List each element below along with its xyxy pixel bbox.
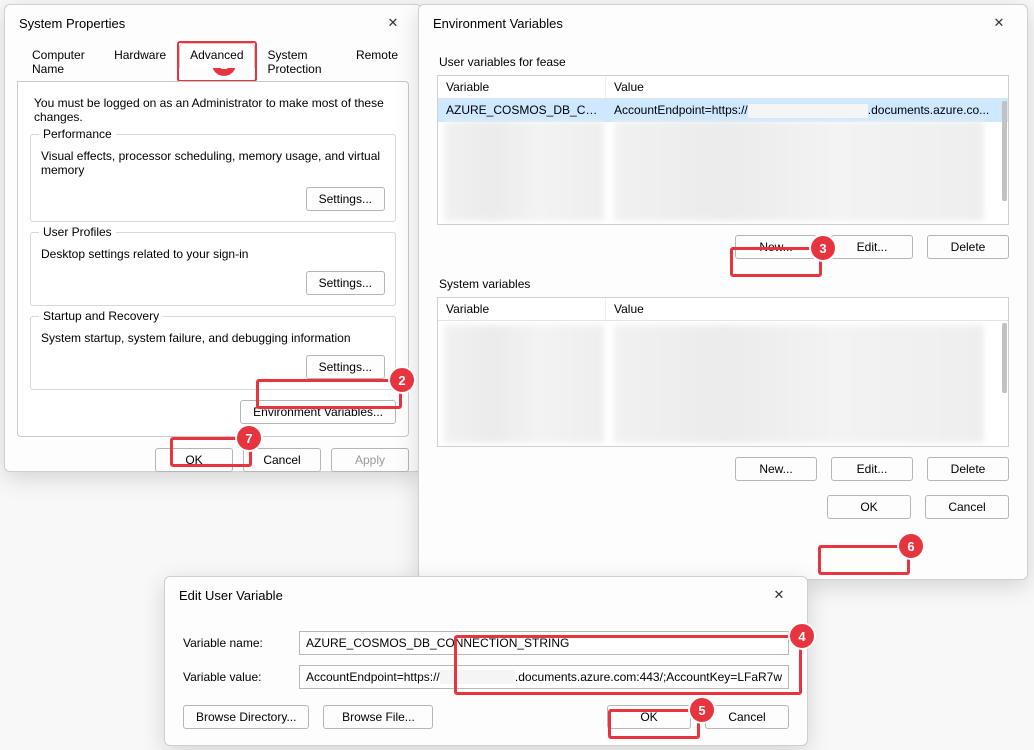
envvar-title: Environment Variables — [433, 16, 981, 31]
editvar-ok-button[interactable]: OK — [607, 705, 691, 729]
table-row[interactable]: AZURE_COSMOS_DB_CONN... AccountEndpoint=… — [438, 99, 1008, 122]
editvar-cancel-button[interactable]: Cancel — [705, 705, 789, 729]
user-profiles-group: User Profiles Desktop settings related t… — [30, 232, 396, 306]
user-variables-label: User variables for fease — [439, 55, 1009, 69]
cell-value: AccountEndpoint=https://.documents.azure… — [606, 101, 1008, 120]
edit-user-variable-dialog: Edit User Variable ✕ Variable name: Vari… — [164, 576, 808, 746]
startup-settings-button[interactable]: Settings... — [306, 355, 385, 379]
system-variables-label: System variables — [439, 277, 1009, 291]
envvar-cancel-button[interactable]: Cancel — [925, 495, 1009, 519]
tab-advanced[interactable]: Advanced — [179, 43, 254, 68]
sysprop-ok-button[interactable]: OK — [155, 448, 233, 472]
user-new-button[interactable]: New... — [735, 235, 817, 259]
system-grid-header: Variable Value — [438, 298, 1008, 321]
user-grid-header: Variable Value — [438, 76, 1008, 99]
user-variables-grid[interactable]: Variable Value AZURE_COSMOS_DB_CONN... A… — [437, 75, 1009, 225]
sysprop-title: System Properties — [19, 16, 375, 31]
system-variables-grid[interactable]: Variable Value — [437, 297, 1009, 447]
system-delete-button[interactable]: Delete — [927, 457, 1009, 481]
col-variable[interactable]: Variable — [438, 298, 606, 320]
variable-value-input[interactable]: AccountEndpoint=https:// .documents.azur… — [299, 665, 789, 689]
sysprop-apply-button[interactable]: Apply — [331, 448, 409, 472]
tab-advanced-highlight: Advanced — [177, 41, 256, 82]
close-icon[interactable]: ✕ — [375, 11, 411, 35]
sysprop-tabs: Computer Name Hardware Advanced System P… — [5, 39, 421, 82]
variable-name-label: Variable name: — [183, 636, 299, 650]
sysprop-advanced-pane: You must be logged on as an Administrato… — [17, 81, 409, 437]
tab-computer-name[interactable]: Computer Name — [21, 43, 103, 82]
close-icon[interactable]: ✕ — [761, 583, 797, 607]
tab-hardware[interactable]: Hardware — [103, 43, 177, 82]
user-profiles-settings-button[interactable]: Settings... — [306, 271, 385, 295]
system-edit-button[interactable]: Edit... — [831, 457, 913, 481]
performance-group: Performance Visual effects, processor sc… — [30, 134, 396, 222]
performance-legend: Performance — [39, 127, 116, 141]
system-new-button[interactable]: New... — [735, 457, 817, 481]
envvar-ok-button[interactable]: OK — [827, 495, 911, 519]
sysprop-titlebar: System Properties ✕ — [5, 5, 421, 39]
sysprop-intro-text: You must be logged on as an Administrato… — [34, 96, 396, 124]
scrollbar-thumb[interactable] — [1002, 323, 1007, 393]
environment-variables-button[interactable]: Environment Variables... — [240, 400, 396, 424]
startup-recovery-group: Startup and Recovery System startup, sys… — [30, 316, 396, 390]
envvar-titlebar: Environment Variables ✕ — [419, 5, 1027, 39]
performance-settings-button[interactable]: Settings... — [306, 187, 385, 211]
col-variable[interactable]: Variable — [438, 76, 606, 98]
col-value[interactable]: Value — [606, 298, 1008, 320]
editvar-title: Edit User Variable — [179, 588, 761, 603]
editvar-titlebar: Edit User Variable ✕ — [165, 577, 807, 611]
performance-desc: Visual effects, processor scheduling, me… — [41, 149, 385, 177]
user-edit-button[interactable]: Edit... — [831, 235, 913, 259]
close-icon[interactable]: ✕ — [981, 11, 1017, 35]
col-value[interactable]: Value — [606, 76, 1008, 98]
browse-directory-button[interactable]: Browse Directory... — [183, 705, 309, 729]
scrollbar-thumb[interactable] — [1002, 101, 1007, 201]
tab-remote[interactable]: Remote — [345, 43, 409, 82]
variable-name-input[interactable] — [299, 631, 789, 655]
system-properties-window: System Properties ✕ Computer Name Hardwa… — [4, 4, 422, 472]
browse-file-button[interactable]: Browse File... — [323, 705, 433, 729]
user-profiles-legend: User Profiles — [39, 225, 116, 239]
sysprop-bottom-buttons: OK Cancel Apply — [5, 444, 421, 484]
user-delete-button[interactable]: Delete — [927, 235, 1009, 259]
startup-desc: System startup, system failure, and debu… — [41, 331, 385, 345]
sysprop-cancel-button[interactable]: Cancel — [243, 448, 321, 472]
startup-legend: Startup and Recovery — [39, 309, 163, 323]
variable-value-label: Variable value: — [183, 670, 299, 684]
user-profiles-desc: Desktop settings related to your sign-in — [41, 247, 385, 261]
tab-system-protection[interactable]: System Protection — [257, 43, 345, 82]
environment-variables-window: Environment Variables ✕ User variables f… — [418, 4, 1028, 580]
cell-variable: AZURE_COSMOS_DB_CONN... — [438, 101, 606, 120]
